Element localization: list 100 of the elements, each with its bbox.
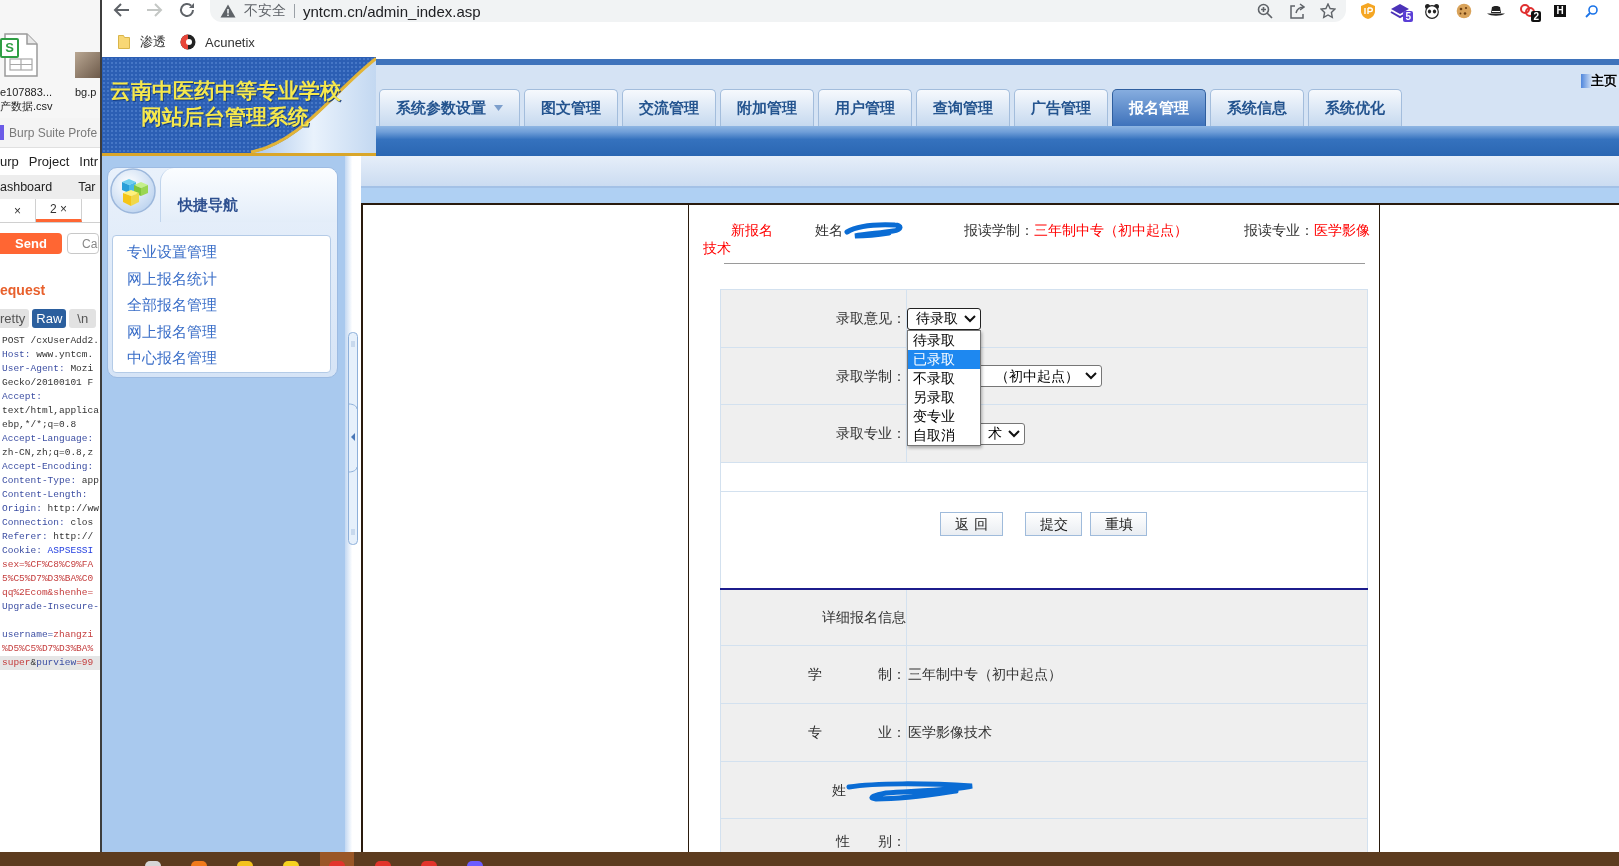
request-line: username=zhangzi bbox=[1, 628, 95, 642]
site-favicon-icon bbox=[180, 34, 196, 50]
request-tab[interactable]: 2 × bbox=[36, 199, 83, 222]
bookmark-item[interactable]: Acunetix bbox=[180, 34, 255, 50]
site-title: 网站后台管理系统 bbox=[141, 104, 309, 130]
dropdown-option[interactable]: 变专业 bbox=[908, 406, 980, 426]
request-line: Origin: http://ww bbox=[1, 502, 100, 516]
layers-icon[interactable] bbox=[1390, 3, 1410, 19]
request-line: Accept: bbox=[1, 390, 43, 404]
zoom-icon[interactable] bbox=[1257, 3, 1273, 19]
view-toggle[interactable]: retty bbox=[0, 309, 30, 328]
request-line: POST /cxUserAdd2. bbox=[1, 334, 100, 348]
taskbar-app-icon[interactable] bbox=[237, 861, 253, 866]
action-button[interactable]: Ca bbox=[67, 233, 99, 254]
value-cell: 医学影像技术 bbox=[907, 704, 1367, 762]
nav-tab[interactable]: 系统信息 bbox=[1210, 89, 1304, 126]
file-name-label: e107883... bbox=[0, 85, 52, 99]
nav-tab[interactable]: 广告管理 bbox=[1014, 89, 1108, 126]
url-text: yntcm.cn/admin_index.asp bbox=[303, 2, 481, 20]
dropdown-option[interactable]: 待录取 bbox=[908, 330, 980, 350]
request-line: 5%C5%D7%D3%BA%C0 bbox=[1, 572, 95, 586]
view-toggle[interactable]: \n bbox=[69, 309, 97, 328]
window-title: Burp Suite Profe bbox=[9, 125, 98, 140]
form-button[interactable]: 重填 bbox=[1090, 512, 1147, 536]
request-line: Connection: clos bbox=[1, 516, 95, 530]
chevron-down-icon bbox=[1008, 429, 1020, 438]
request-line: Host: www.yntcm. bbox=[1, 348, 95, 362]
taskbar-app-icon[interactable] bbox=[191, 861, 207, 866]
section-title: equest bbox=[0, 282, 47, 299]
nav-tab[interactable]: 查询管理 bbox=[916, 89, 1010, 126]
request-line: Referer: http:// bbox=[1, 530, 95, 544]
tab[interactable]: ashboard bbox=[0, 180, 53, 194]
dropdown-option[interactable]: 另录取 bbox=[908, 387, 980, 407]
search-icon[interactable] bbox=[1585, 4, 1599, 18]
form-button[interactable]: 提交 bbox=[1025, 512, 1082, 536]
logo-icon bbox=[0, 125, 4, 140]
nav-tab[interactable]: 交流管理 bbox=[622, 89, 716, 126]
security-label: 不安全 bbox=[244, 2, 286, 20]
extension-button[interactable]: H bbox=[1554, 5, 1566, 17]
request-line: User-Agent: Mozi bbox=[1, 362, 95, 376]
nav-tab[interactable]: 用户管理 bbox=[818, 89, 912, 126]
request-line: Accept-Encoding: bbox=[1, 460, 95, 474]
request-line: text/html,applica bbox=[1, 404, 100, 418]
nav-link[interactable]: 中心报名管理 bbox=[127, 345, 217, 372]
cookie-icon[interactable] bbox=[1456, 3, 1472, 19]
caret-icon bbox=[494, 105, 503, 111]
request-line: %D5%C5%D7%D3%BA% bbox=[1, 642, 95, 656]
nav-tab[interactable]: 系统参数设置 bbox=[379, 89, 520, 126]
tab[interactable]: Tar bbox=[78, 180, 96, 194]
nav-link[interactable]: 专业设置管理 bbox=[127, 239, 217, 266]
label-cell: 录取意见： bbox=[721, 290, 907, 348]
nav-tab[interactable]: 系统优化 bbox=[1308, 89, 1402, 126]
request-line: ebp,*/*;q=0.8 bbox=[1, 418, 78, 432]
view-toggle[interactable]: Raw bbox=[32, 309, 67, 328]
splitter-handle[interactable] bbox=[348, 332, 358, 545]
menu-item[interactable]: Intr bbox=[79, 154, 99, 169]
request-line: qq%2Ecom&shenhe= bbox=[1, 586, 95, 600]
nav-link[interactable]: 网上报名统计 bbox=[127, 265, 217, 292]
badge-count: 5 bbox=[1403, 11, 1413, 22]
back-icon[interactable] bbox=[112, 2, 130, 18]
dropdown-option[interactable]: 自取消 bbox=[908, 425, 980, 445]
label-cell: 姓 bbox=[721, 762, 907, 819]
badge-count: 2 bbox=[1531, 11, 1541, 22]
chevron-down-icon bbox=[964, 314, 976, 323]
request-line: Accept-Language: bbox=[1, 432, 95, 446]
menu-item[interactable]: urp bbox=[0, 154, 19, 169]
share-icon[interactable] bbox=[1289, 3, 1305, 19]
address-bar[interactable]: 不安全 yntcm.cn/admin_index.asp bbox=[210, 0, 1346, 22]
folder-icon bbox=[118, 35, 130, 49]
dropdown-option[interactable]: 已录取 bbox=[908, 349, 980, 369]
taskbar-app-icon[interactable] bbox=[283, 861, 299, 866]
request-line: Content-Length: bbox=[1, 488, 89, 502]
label-cell: 录取专业： bbox=[721, 405, 907, 463]
nav-tab[interactable]: 图文管理 bbox=[524, 89, 618, 126]
spreadsheet-badge: S bbox=[0, 38, 19, 58]
value-cell: 三年制中专（初中起点） bbox=[907, 646, 1367, 704]
dropdown-select[interactable]: 待录取 bbox=[907, 307, 981, 330]
form-button[interactable]: 返 回 bbox=[940, 512, 1003, 536]
hat-icon[interactable] bbox=[1486, 5, 1506, 17]
request-line: Gecko/20100101 F bbox=[1, 376, 95, 390]
reload-icon[interactable] bbox=[178, 2, 196, 18]
site-title: 云南中医药中等专业学校 bbox=[109, 78, 341, 104]
menu-item[interactable]: Project bbox=[28, 154, 70, 169]
request-line: Cookie: ASPSESSI bbox=[1, 544, 95, 558]
bookmark-item[interactable]: 渗透 bbox=[118, 33, 166, 51]
panda-icon[interactable] bbox=[1424, 3, 1440, 19]
label-cell: 学 制： bbox=[721, 646, 907, 704]
nav-link[interactable]: 网上报名管理 bbox=[127, 318, 217, 345]
label-cell: 性 别： bbox=[721, 819, 907, 852]
file-name-label: bg.p bbox=[75, 85, 97, 99]
nav-link[interactable]: 全部报名管理 bbox=[127, 292, 217, 319]
taskbar-app-icon[interactable] bbox=[145, 861, 161, 866]
dropdown-option[interactable]: 不录取 bbox=[908, 368, 980, 388]
star-icon[interactable] bbox=[1320, 3, 1336, 19]
home-link[interactable]: 主页 bbox=[1581, 74, 1619, 88]
knot-icon[interactable] bbox=[1519, 3, 1537, 19]
section-heading: 详细报名信息 bbox=[721, 590, 907, 646]
nav-tab[interactable]: 附加管理 bbox=[720, 89, 814, 126]
chevron-down-icon bbox=[1085, 372, 1097, 380]
request-line: Content-Type: app bbox=[1, 474, 100, 488]
